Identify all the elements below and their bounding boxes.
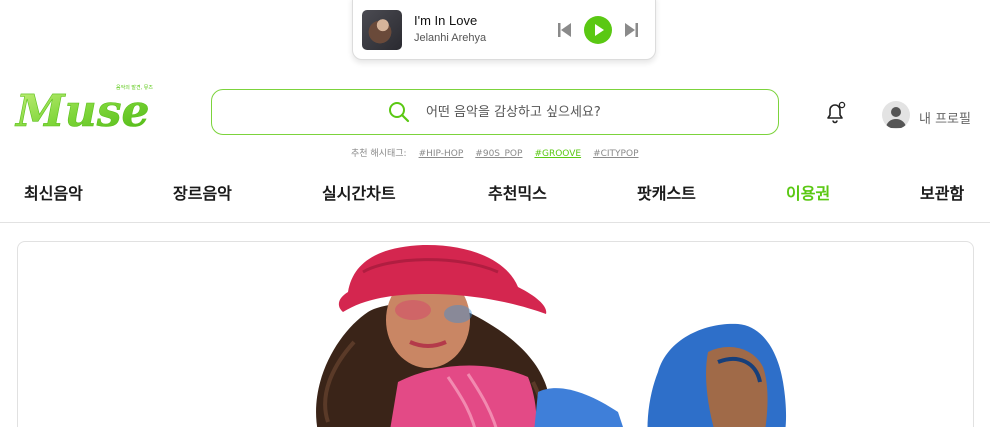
logo-text: Muse [14,86,149,136]
track-title: I'm In Love [414,13,478,28]
main-nav: 최신음악 장르음악 실시간차트 추천믹스 팟캐스트 이용권 보관함 [0,180,990,208]
album-art[interactable] [362,10,402,50]
banner-image [316,244,786,427]
bell-icon[interactable] [822,100,848,126]
nav-item-genre[interactable]: 장르음악 [173,180,232,204]
muse-logo[interactable]: Muse [14,84,160,136]
hashtag-citypop[interactable]: #CITYPOP [593,149,638,159]
search-icon[interactable] [388,101,410,123]
nav-item-recommended-mix[interactable]: 추천믹스 [488,180,547,204]
skip-next-icon[interactable] [624,22,638,38]
hashtag-90s-pop[interactable]: #90S_POP [475,149,522,159]
nav-divider [0,222,990,223]
page: I'm In Love Jelanhi Arehya Muse 음악의 발견, … [0,0,990,427]
nav-item-subscription[interactable]: 이용권 [786,180,830,204]
play-icon [595,24,604,36]
track-artist: Jelanhi Arehya [414,32,487,44]
hashtag-row: 추천 해시태그: #HIP-HOP #90S_POP #GROOVE #CITYPOP [351,146,639,159]
nav-item-realtime-chart[interactable]: 실시간차트 [322,180,396,204]
logo-tagline: 음악의 발견, 뮤즈 [116,85,153,91]
hero-banner[interactable] [17,241,974,427]
hashtag-label: 추천 해시태그: [351,149,407,159]
hashtag-hiphop[interactable]: #HIP-HOP [419,149,464,159]
nav-item-library[interactable]: 보관함 [920,180,964,204]
mini-player: I'm In Love Jelanhi Arehya [352,0,656,60]
search-input[interactable] [426,102,746,122]
play-button[interactable] [584,16,612,44]
search-bar [211,89,779,135]
nav-item-podcast[interactable]: 팟캐스트 [637,180,696,204]
user-icon [886,107,906,128]
hashtag-groove[interactable]: #GROOVE [534,149,581,159]
avatar[interactable] [882,101,910,129]
skip-previous-icon[interactable] [558,22,572,38]
nav-item-latest[interactable]: 최신음악 [24,180,83,204]
profile-link[interactable]: 내 프로필 [919,108,971,127]
